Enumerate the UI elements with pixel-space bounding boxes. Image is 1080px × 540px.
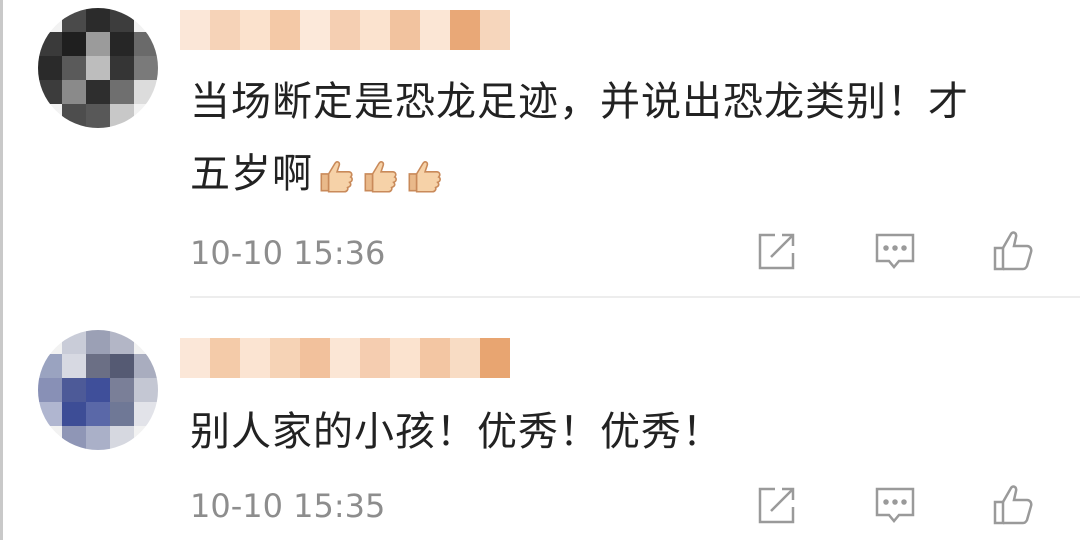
comment-actions (754, 228, 1036, 274)
share-icon (758, 233, 795, 270)
comment-actions (754, 482, 1036, 528)
avatar[interactable] (38, 330, 158, 450)
emoji-group (315, 155, 445, 197)
comment-text: 当场断定是恐龙足迹，并说出恐龙类别！才五岁啊 (190, 79, 969, 197)
timestamp: 10-10 15:35 (190, 487, 386, 525)
like-icon (993, 485, 1033, 525)
divider (190, 296, 1080, 298)
share-button[interactable] (754, 482, 800, 528)
username-blurred[interactable] (180, 338, 510, 378)
comment-item: 当场断定是恐龙足迹，并说出恐龙类别！才五岁啊 10-10 15:36 (0, 0, 1080, 300)
like-icon (993, 231, 1033, 271)
comment-icon (875, 487, 915, 523)
reply-button[interactable] (872, 228, 918, 274)
share-icon (758, 487, 795, 524)
avatar[interactable] (38, 8, 158, 128)
username-blurred[interactable] (180, 10, 510, 50)
comment-icon (875, 233, 915, 269)
comment-text: 别人家的小孩！优秀！优秀！ (190, 409, 723, 455)
like-button[interactable] (990, 482, 1036, 528)
timestamp: 10-10 15:36 (190, 234, 386, 272)
thumbs-up-icon (408, 161, 441, 193)
comment-item: 别人家的小孩！优秀！优秀！ 10-10 15:35 (0, 300, 1080, 540)
thumbs-up-icon (364, 161, 397, 193)
share-button[interactable] (754, 228, 800, 274)
reply-button[interactable] (872, 482, 918, 528)
thumbs-up-icon (320, 161, 353, 193)
like-button[interactable] (990, 228, 1036, 274)
